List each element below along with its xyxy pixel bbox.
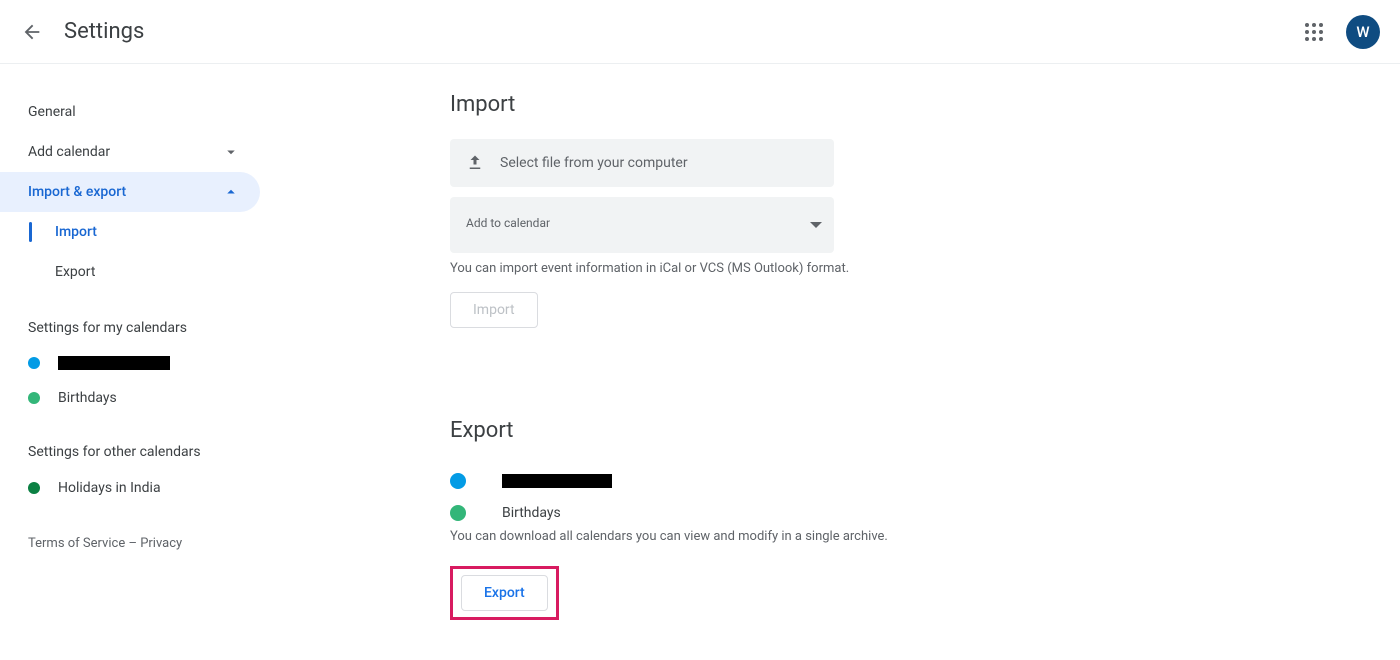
import-heading: Import (450, 92, 1320, 117)
apps-grid-icon (1305, 23, 1323, 41)
sidebar-sub-export-label: Export (55, 264, 95, 280)
footer-links: Terms of Service – Privacy (0, 506, 260, 561)
chevron-down-icon (222, 143, 240, 161)
calendar-color-dot (28, 357, 40, 369)
sidebar-label-import-export: Import & export (28, 184, 126, 200)
sidebar-item-add-calendar[interactable]: Add calendar (0, 132, 260, 172)
terms-link[interactable]: Terms of Service (28, 536, 125, 551)
export-calendar-row-1 (450, 465, 1320, 497)
calendar-color-dot (28, 482, 40, 494)
sidebar-label-general: General (28, 104, 76, 120)
export-button-label: Export (484, 585, 525, 601)
sidebar-my-calendar-birthdays[interactable]: Birthdays (0, 380, 260, 416)
google-apps-button[interactable] (1294, 12, 1334, 52)
highlight-annotation: Export (450, 566, 559, 620)
upload-icon (466, 154, 484, 172)
sidebar-my-calendar-1[interactable] (0, 346, 260, 380)
import-button-label: Import (473, 302, 515, 318)
export-heading: Export (450, 418, 1320, 443)
export-calendar-name-redacted (502, 474, 612, 488)
calendar-color-dot (450, 505, 466, 521)
calendar-color-dot (28, 392, 40, 404)
arrow-left-icon (21, 21, 43, 43)
settings-sidebar: General Add calendar Import & export Imp… (0, 64, 260, 660)
caret-down-icon (810, 219, 822, 231)
import-button[interactable]: Import (450, 292, 538, 328)
select-file-button[interactable]: Select file from your computer (450, 139, 834, 187)
export-calendar-row-birthdays: Birthdays (450, 497, 1320, 529)
sidebar-sub-import[interactable]: Import (29, 212, 260, 252)
calendar-name-redacted (58, 356, 170, 370)
sidebar-item-import-export[interactable]: Import & export (0, 172, 260, 212)
page-title: Settings (64, 19, 144, 44)
app-header: Settings W (0, 0, 1400, 64)
sidebar-sub-import-label: Import (55, 224, 97, 240)
sidebar-section-my-calendars: Settings for my calendars (0, 292, 260, 346)
select-file-label: Select file from your computer (500, 155, 688, 171)
sidebar-sub-export[interactable]: Export (29, 252, 260, 292)
sidebar-other-calendar-holidays[interactable]: Holidays in India (0, 470, 260, 506)
export-calendar-name-birthdays: Birthdays (502, 505, 561, 521)
chevron-up-icon (222, 183, 240, 201)
sidebar-item-general[interactable]: General (0, 92, 260, 132)
calendar-name-holidays: Holidays in India (58, 480, 161, 496)
account-avatar[interactable]: W (1346, 15, 1380, 49)
sidebar-section-other-calendars: Settings for other calendars (0, 416, 260, 470)
calendar-name-birthdays: Birthdays (58, 390, 117, 406)
privacy-link[interactable]: Privacy (140, 536, 182, 551)
dropdown-label: Add to calendar (466, 216, 550, 230)
sidebar-label-add-calendar: Add calendar (28, 144, 110, 160)
import-help-text: You can import event information in iCal… (450, 261, 950, 276)
footer-sep: – (125, 536, 140, 551)
settings-content: Import Select file from your computer Ad… (260, 64, 1360, 660)
back-button[interactable] (12, 12, 52, 52)
export-help-text: You can download all calendars you can v… (450, 529, 950, 544)
add-to-calendar-dropdown[interactable]: Add to calendar (450, 197, 834, 253)
export-button[interactable]: Export (461, 575, 548, 611)
calendar-color-dot (450, 473, 466, 489)
